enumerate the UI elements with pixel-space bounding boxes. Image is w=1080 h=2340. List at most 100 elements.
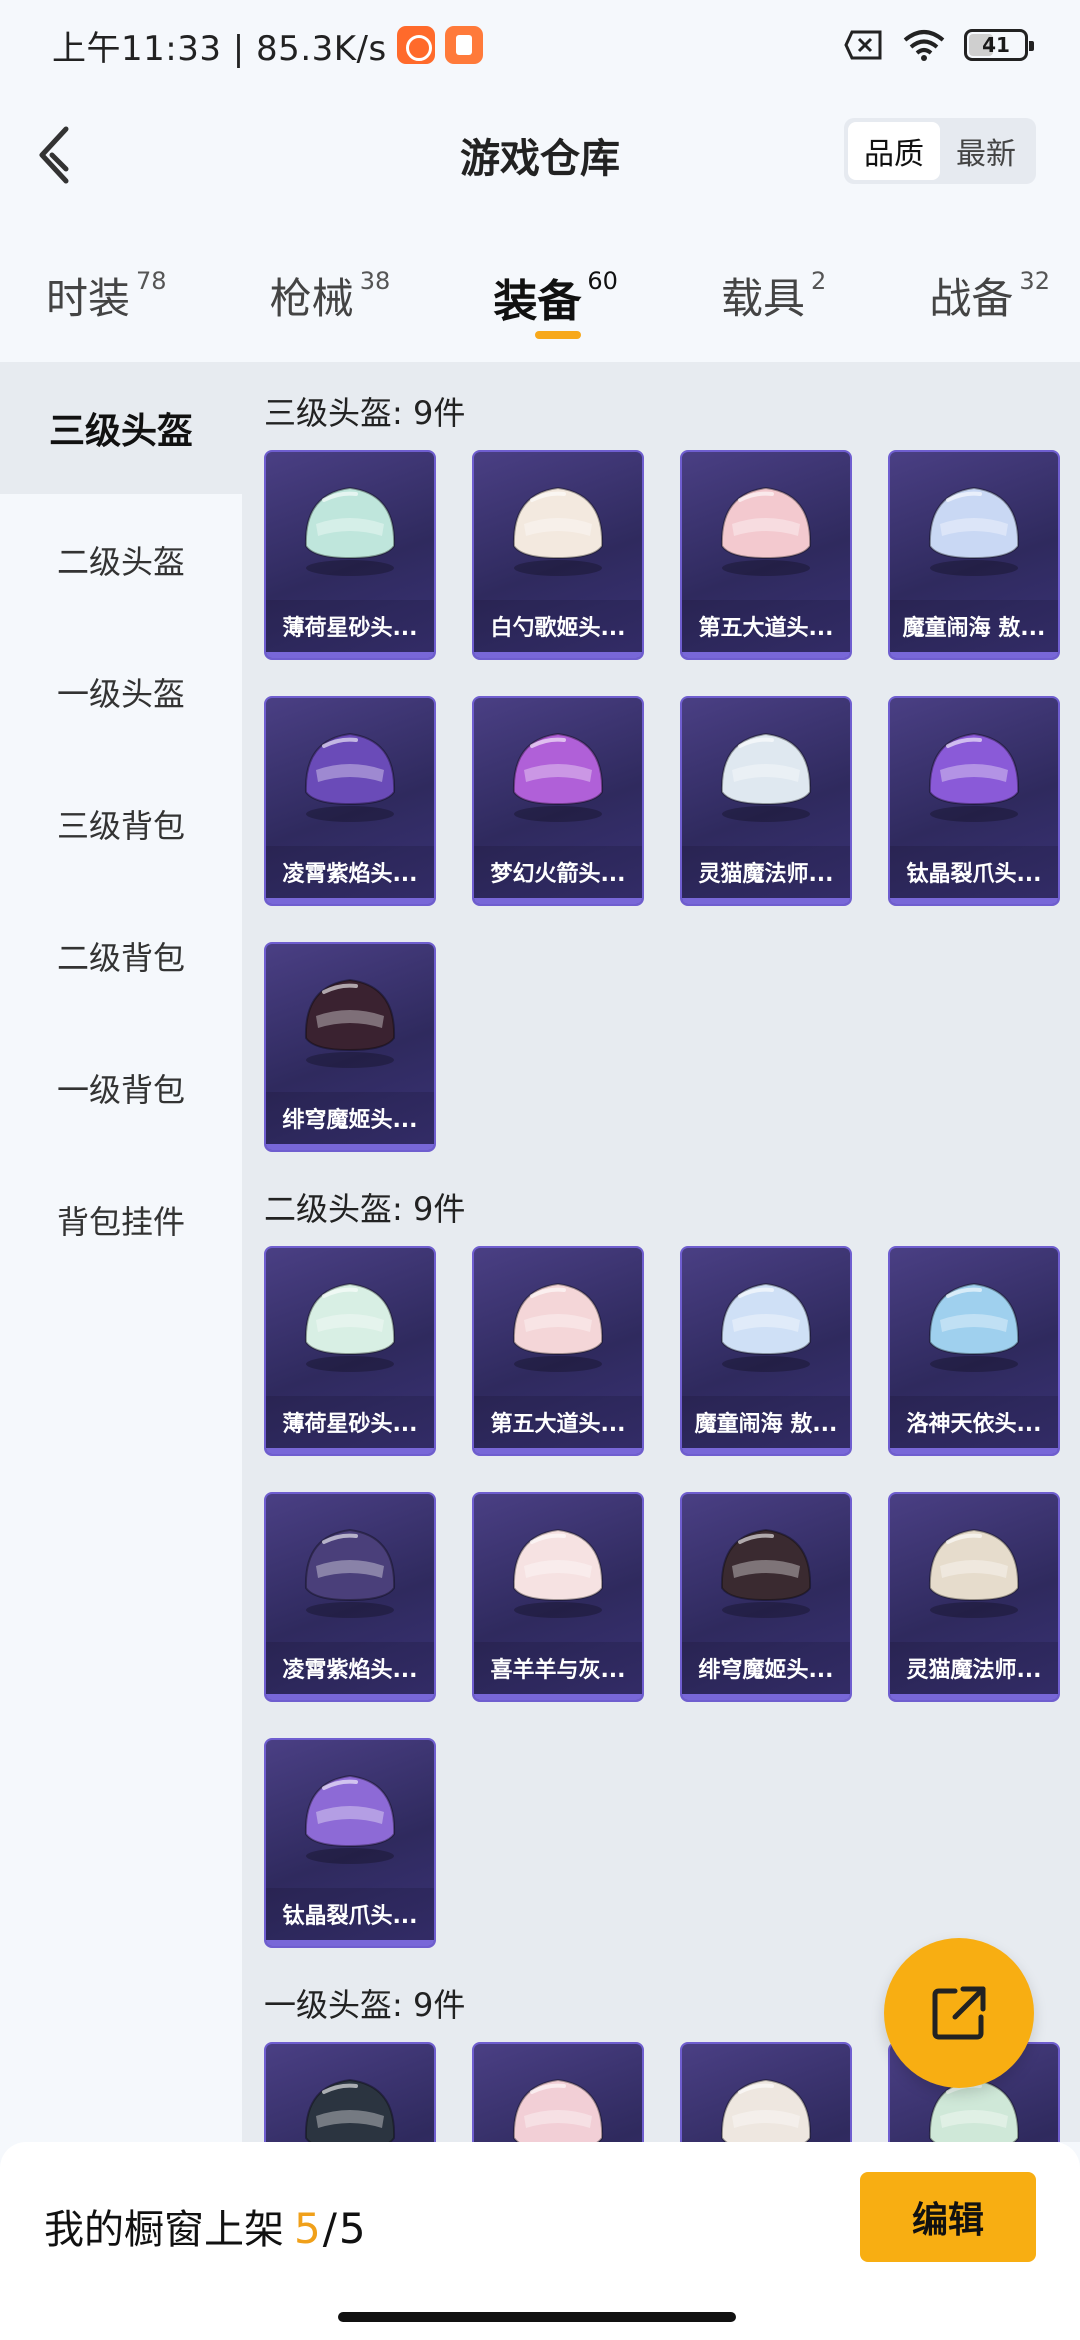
sidebar-item-level2-helmet[interactable]: 二级头盔 (0, 494, 242, 626)
tab-label: 枪械 (269, 274, 354, 323)
helmet-icon (474, 452, 642, 602)
helmet-icon (890, 1494, 1058, 1644)
helmet-icon (682, 2044, 850, 2142)
item-card[interactable]: 灵猫魔法师... (680, 696, 852, 906)
item-card[interactable]: 喜羊羊与灰... (472, 1492, 644, 1702)
helmet-icon (474, 1494, 642, 1644)
edit-button[interactable]: 编辑 (860, 2172, 1036, 2262)
helmet-icon (682, 452, 850, 602)
tab-count: 2 (811, 267, 827, 295)
tab-supplies[interactable]: 战备 32 (929, 225, 1050, 360)
item-name: 白勺歌姬头... (474, 600, 642, 652)
item-name: 第五大道头... (474, 1396, 642, 1448)
tab-vehicles[interactable]: 载具 2 (721, 225, 826, 360)
tab-count: 78 (136, 267, 167, 295)
section-title: 二级头盔: 9件 (264, 1190, 466, 1228)
item-card[interactable]: 薄荷星砂头... (264, 1246, 436, 1456)
status-time-speed: 上午11:33 | 85.3K/s (52, 28, 387, 69)
header: 游戏仓库 品质 最新 (0, 90, 1080, 220)
item-name: 灵猫魔法师... (890, 1642, 1058, 1694)
item-card[interactable]: 钛晶裂爪头... (888, 696, 1060, 906)
item-card[interactable]: 魔童闹海 敖... (888, 450, 1060, 660)
helmet-icon (682, 1494, 850, 1644)
item-card[interactable]: 洛神天依头... (888, 1246, 1060, 1456)
sidebar-item-backpack-charm[interactable]: 背包挂件 (0, 1154, 242, 1286)
share-fab-button[interactable] (884, 1938, 1034, 2088)
sidebar-item-level3-backpack[interactable]: 三级背包 (0, 758, 242, 890)
item-grid: 薄荷星砂头... 第五大道头... 魔童闹海 敖... 洛神天依头... 凌霄紫焰头..… (264, 1246, 1080, 1954)
shelf-separator: / (322, 2204, 337, 2253)
item-name: 凌霄紫焰头... (266, 846, 434, 898)
helmet-icon (890, 1248, 1058, 1398)
sidebar: 三级头盔 二级头盔 一级头盔 三级背包 二级背包 一级背包 背包挂件 (0, 362, 242, 2142)
item-name: 薄荷星砂头... (266, 600, 434, 652)
item-card[interactable] (264, 2042, 436, 2142)
helmet-icon (682, 1248, 850, 1398)
item-name: 绯穹魔姬头... (682, 1642, 850, 1694)
kuaishou-app-icon (396, 26, 435, 64)
shelf-count: 5 (294, 2204, 321, 2253)
item-card[interactable]: 绯穹魔姬头... (264, 942, 436, 1152)
item-card[interactable]: 绯穹魔姬头... (680, 1492, 852, 1702)
helmet-icon (266, 1740, 434, 1890)
item-card[interactable]: 白勺歌姬头... (472, 450, 644, 660)
item-name: 钛晶裂爪头... (890, 846, 1058, 898)
item-name: 魔童闹海 敖... (682, 1396, 850, 1448)
tab-fashion[interactable]: 时装 78 (46, 225, 167, 360)
status-bar: 上午11:33 | 85.3K/s 41 (0, 0, 1080, 90)
battery-icon: 41 (964, 29, 1034, 61)
helmet-icon (474, 698, 642, 848)
sort-toggle: 品质 最新 (844, 118, 1036, 184)
tab-label: 装备 (493, 276, 582, 327)
item-card[interactable]: 薄荷星砂头... (264, 450, 436, 660)
tab-count: 32 (1019, 267, 1050, 295)
shelf-label: 我的橱窗上架 (44, 2207, 284, 2253)
battery-text: 41 (982, 33, 1010, 57)
item-card[interactable]: 钛晶裂爪头... (264, 1738, 436, 1948)
item-grid: 薄荷星砂头... 白勺歌姬头... 第五大道头... 魔童闹海 敖... 凌霄紫焰头..… (264, 450, 1080, 1158)
item-card[interactable]: 梦幻火箭头... (472, 696, 644, 906)
shelf-status: 我的橱窗上架 5 / 5 (44, 2197, 366, 2255)
sort-option-newest[interactable]: 最新 (940, 122, 1032, 180)
shelf-total: 5 (338, 2204, 366, 2253)
tab-label: 载具 (721, 274, 806, 323)
item-name: 薄荷星砂头... (266, 1396, 434, 1448)
item-list[interactable]: 三级头盔: 9件薄荷星砂头... 白勺歌姬头... 第五大道头... 魔童闹海 敖..… (242, 362, 1080, 2142)
tab-equipment[interactable]: 装备 60 (493, 225, 618, 360)
helmet-icon (682, 698, 850, 848)
sidebar-item-level1-backpack[interactable]: 一级背包 (0, 1022, 242, 1154)
item-name: 梦幻火箭头... (474, 846, 642, 898)
item-card[interactable]: 灵猫魔法师... (888, 1492, 1060, 1702)
tab-guns[interactable]: 枪械 38 (270, 225, 391, 360)
sidebar-item-level2-backpack[interactable]: 二级背包 (0, 890, 242, 1022)
home-indicator[interactable] (338, 2312, 736, 2322)
helmet-icon (890, 452, 1058, 602)
item-card[interactable]: 凌霄紫焰头... (264, 696, 436, 906)
item-card[interactable] (472, 2042, 644, 2142)
wifi-icon (903, 30, 945, 61)
clipboard-app-icon (444, 26, 483, 64)
item-name: 第五大道头... (682, 600, 850, 652)
sidebar-item-level3-helmet[interactable]: 三级头盔 (0, 362, 242, 494)
item-card[interactable]: 凌霄紫焰头... (264, 1492, 436, 1702)
tab-label: 时装 (46, 274, 131, 323)
item-name: 凌霄紫焰头... (266, 1642, 434, 1694)
category-tabs: 时装 78 枪械 38 装备 60 载具 2 战备 32 (0, 225, 1080, 360)
item-card[interactable]: 第五大道头... (472, 1246, 644, 1456)
helmet-icon (266, 944, 434, 1094)
item-card[interactable]: 第五大道头... (680, 450, 852, 660)
sidebar-item-level1-helmet[interactable]: 一级头盔 (0, 626, 242, 758)
helmet-icon (266, 2044, 434, 2142)
helmet-icon (266, 1248, 434, 1398)
sort-option-quality[interactable]: 品质 (848, 122, 940, 180)
bottom-bar: 我的橱窗上架 5 / 5 编辑 (0, 2142, 1080, 2340)
item-card[interactable]: 魔童闹海 敖... (680, 1246, 852, 1456)
section-title: 三级头盔: 9件 (264, 394, 466, 432)
helmet-icon (890, 698, 1058, 848)
item-name: 绯穹魔姬头... (266, 1092, 434, 1144)
item-card[interactable] (680, 2042, 852, 2142)
tab-count: 60 (587, 267, 618, 295)
helmet-icon (474, 1248, 642, 1398)
helmet-icon (266, 1494, 434, 1644)
helmet-icon (266, 698, 434, 848)
